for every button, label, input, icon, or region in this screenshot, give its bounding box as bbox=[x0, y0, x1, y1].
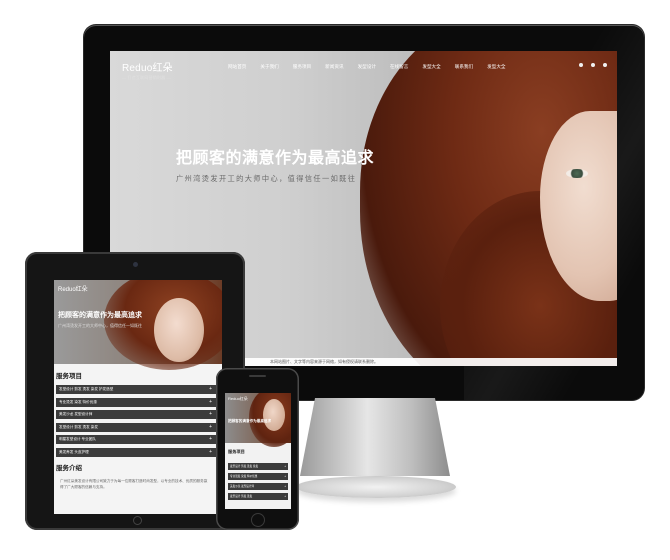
tablet-service-label: 专业烫发 染发 特价优惠 bbox=[59, 399, 97, 404]
desktop-navbar: Reduo红朵 — 打造互联网营销利器 — 网站首页 关于我们 服务项目 新闻资… bbox=[110, 51, 617, 83]
plus-icon: + bbox=[284, 464, 286, 468]
monitor-stand bbox=[300, 398, 450, 476]
tablet-service-label: 美发养发 头皮护理 bbox=[59, 449, 89, 454]
desktop-logo-tagline: — 打造互联网营销利器 — bbox=[122, 75, 171, 80]
tablet-service-item[interactable]: 美发养发 头皮护理 + bbox=[56, 447, 216, 457]
monitor-stand-base bbox=[296, 476, 456, 498]
tablet-service-item[interactable]: 发型设计 剪发 烫发 染发 护发造型 + bbox=[56, 385, 216, 394]
phone-screen: Reduo红朵 把顾客的满意作为最高追求 服务项目 发型设计 剪发 烫发 染发 +… bbox=[225, 393, 291, 509]
nav-item-message[interactable]: 在线留言 bbox=[390, 64, 408, 70]
phone-logo[interactable]: Reduo红朵 bbox=[228, 396, 248, 402]
phone-services-list: 发型设计 剪发 烫发 染发 + 专业烫发 染发 特价优惠 + 美发沙龙 发型设计师 +… bbox=[228, 463, 288, 503]
nav-item-gallery-2[interactable]: 发型大全 bbox=[487, 64, 505, 70]
tablet-camera bbox=[133, 262, 138, 267]
nav-item-about[interactable]: 关于我们 bbox=[260, 64, 278, 70]
desktop-menu: 网站首页 关于我们 服务项目 新闻资讯 发型设计 在线留言 发型大全 联系我们 … bbox=[228, 64, 506, 70]
tablet-service-item[interactable]: 专业烫发 染发 特价优惠 + bbox=[56, 397, 216, 407]
phone-service-label: 美发沙龙 发型设计师 bbox=[230, 485, 255, 488]
tablet-service-label: 明星发型设计 专业团队 bbox=[59, 437, 96, 441]
user-icon[interactable] bbox=[603, 63, 607, 67]
phone-hero-title: 把顾客的满意作为最高追求 bbox=[228, 419, 272, 423]
tablet-hero-subtitle: 广州湾烫发开工的大师中心，值得信任一如既往 bbox=[58, 323, 142, 328]
nav-item-home[interactable]: 网站首页 bbox=[228, 64, 246, 70]
tablet-service-label: 美发沙龙 发型设计师 bbox=[59, 412, 93, 416]
plus-icon: + bbox=[209, 436, 212, 442]
phone-service-item[interactable]: 美发沙龙 发型设计师 + bbox=[228, 483, 288, 490]
hero-title: 把顾客的满意作为最高追求 bbox=[176, 150, 375, 167]
hero-eye-image bbox=[566, 169, 588, 178]
phone-speaker bbox=[249, 375, 266, 377]
nav-item-contact[interactable]: 联系我们 bbox=[455, 64, 473, 70]
plus-icon: + bbox=[284, 494, 286, 498]
tablet-about-heading: 服务介绍 bbox=[56, 465, 82, 472]
tablet-hero-banner: Reduo红朵 把顾客的满意作为最高追求 广州湾烫发开工的大师中心，值得信任一如… bbox=[54, 280, 222, 370]
phone-services-heading: 服务项目 bbox=[228, 449, 245, 454]
weibo-icon[interactable] bbox=[579, 63, 583, 67]
tablet-service-item[interactable]: 发型设计 剪发 烫发 染发 + bbox=[56, 422, 216, 432]
plus-icon: + bbox=[209, 411, 212, 417]
phone-service-label: 专业烫发 染发 特价优惠 bbox=[230, 475, 258, 478]
tablet-service-item[interactable]: 明星发型设计 专业团队 + bbox=[56, 435, 216, 444]
tablet-services-list: 发型设计 剪发 烫发 染发 护发造型 + 专业烫发 染发 特价优惠 + 美发沙龙 发… bbox=[56, 385, 216, 460]
plus-icon: + bbox=[209, 398, 212, 405]
plus-icon: + bbox=[284, 484, 286, 488]
phone-hero-face-image bbox=[263, 399, 285, 431]
phone-service-item[interactable]: 专业烫发 染发 特价优惠 + bbox=[228, 473, 288, 480]
nav-item-news[interactable]: 新闻资讯 bbox=[325, 64, 343, 70]
phone-service-item[interactable]: 发型设计 剪发 烫发 染发 + bbox=[228, 463, 288, 470]
tablet-screen: Reduo红朵 把顾客的满意作为最高追求 广州湾烫发开工的大师中心，值得信任一如… bbox=[54, 280, 222, 514]
tablet-hero-face-image bbox=[154, 298, 204, 362]
phone-hero-banner: Reduo红朵 把顾客的满意作为最高追求 bbox=[225, 393, 291, 447]
plus-icon: + bbox=[284, 474, 286, 478]
tablet-service-label: 发型设计 剪发 烫发 染发 护发造型 bbox=[59, 387, 114, 391]
tablet-home-button[interactable] bbox=[133, 516, 142, 525]
tablet-about-text: 广州红朵美发设计有限公司致力于为每一位顾客打造时尚发型，以专业的技术、优质的服务… bbox=[60, 479, 208, 489]
hero-subtitle: 广州湾烫发开工的大师中心，值得信任一如既往 bbox=[176, 174, 357, 183]
tablet-hero-title: 把顾客的满意作为最高追求 bbox=[58, 312, 142, 319]
tablet-service-label: 发型设计 剪发 烫发 染发 bbox=[59, 424, 98, 429]
phone-service-label: 发型设计 剪发 烫发 染发 bbox=[230, 465, 259, 468]
desktop-logo[interactable]: Reduo红朵 — 打造互联网营销利器 — bbox=[122, 59, 173, 81]
plus-icon: + bbox=[209, 386, 212, 392]
nav-item-gallery[interactable]: 发型大全 bbox=[422, 64, 440, 70]
tablet-services-heading: 服务项目 bbox=[56, 373, 82, 380]
tablet-service-item[interactable]: 美发沙龙 发型设计师 + bbox=[56, 410, 216, 419]
caption-text: 本网站图片、文字等内容来源于网络，如有侵权请联系删除。 bbox=[270, 359, 378, 364]
wechat-icon[interactable] bbox=[591, 63, 595, 67]
plus-icon: + bbox=[209, 448, 212, 455]
phone-home-button[interactable] bbox=[251, 513, 265, 527]
tablet-logo[interactable]: Reduo红朵 bbox=[58, 284, 88, 293]
nav-item-design[interactable]: 发型设计 bbox=[358, 64, 376, 70]
phone-service-item[interactable]: 发型设计 剪发 烫发 + bbox=[228, 493, 288, 500]
plus-icon: + bbox=[209, 423, 212, 430]
desktop-logo-text: Reduo红朵 bbox=[122, 63, 173, 74]
phone-service-label: 发型设计 剪发 烫发 bbox=[230, 495, 253, 498]
nav-item-services[interactable]: 服务项目 bbox=[293, 64, 311, 70]
social-icons bbox=[579, 63, 607, 67]
